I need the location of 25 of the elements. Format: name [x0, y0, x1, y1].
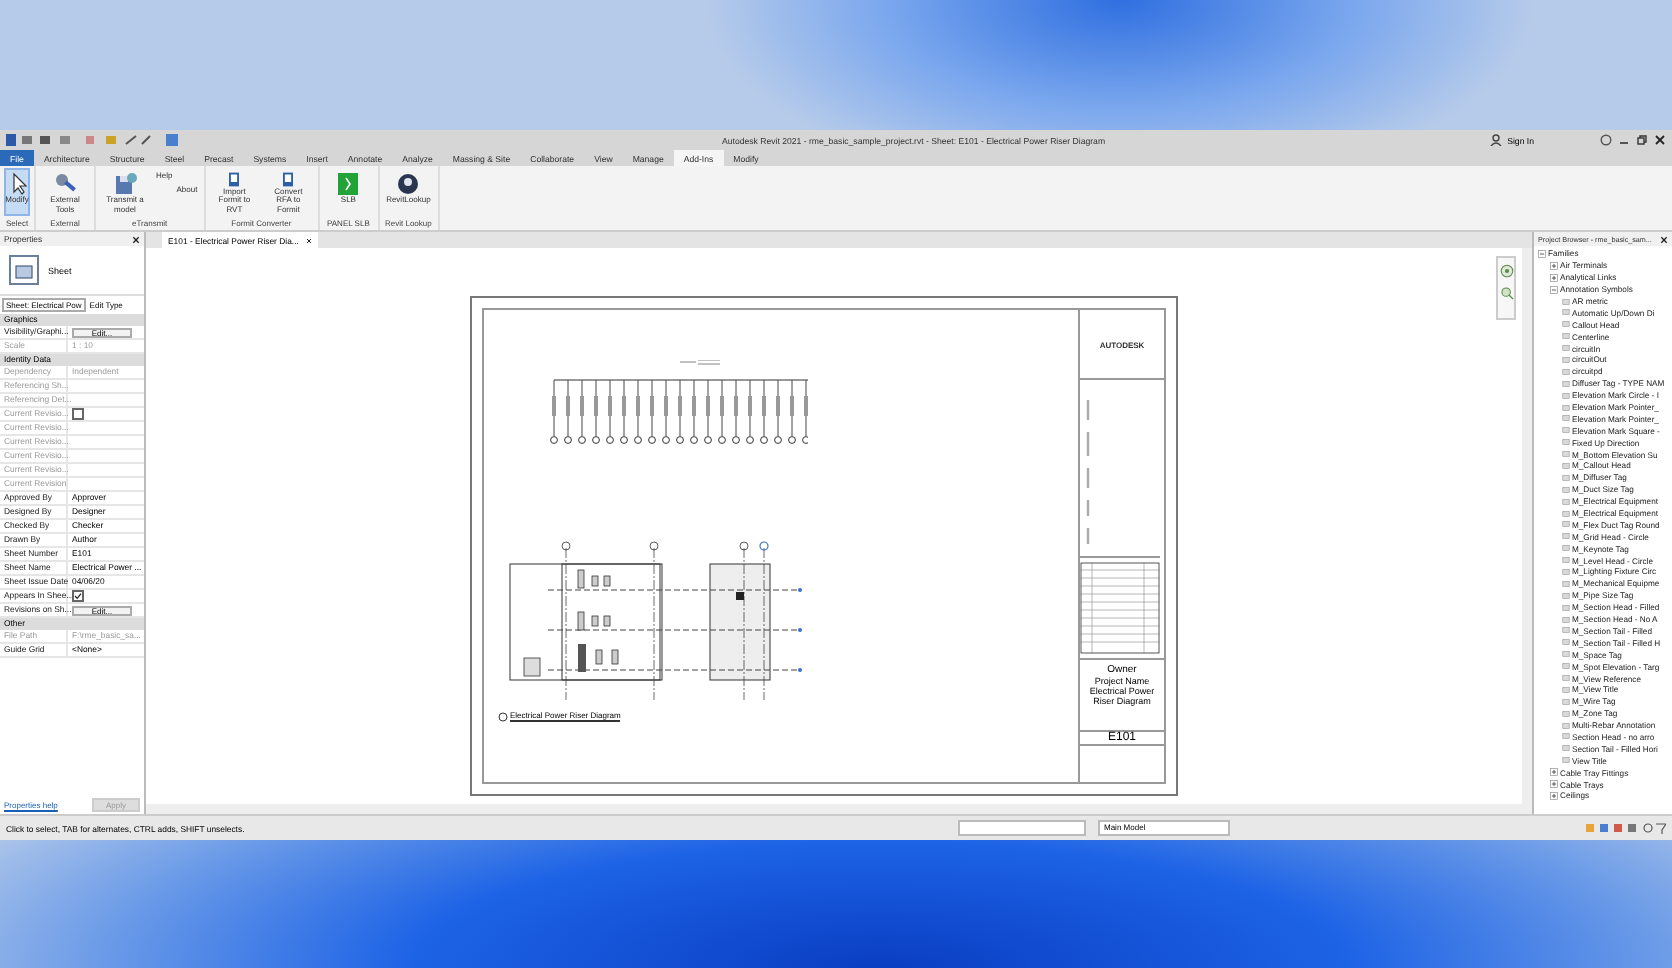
zoom-icon[interactable]	[1499, 286, 1513, 300]
steering-wheel-icon[interactable]	[1499, 264, 1513, 278]
sheet-type-icon	[8, 254, 40, 286]
revision-table-drawing	[1080, 562, 1160, 654]
restore-icon[interactable]	[1636, 134, 1648, 146]
checkbox[interactable]	[72, 590, 84, 602]
help-icon[interactable]	[1600, 134, 1612, 146]
expander-icon[interactable]	[1550, 285, 1558, 294]
expander-icon[interactable]	[1538, 249, 1546, 258]
expander-icon[interactable]	[1550, 791, 1558, 800]
tools-icon	[53, 172, 77, 196]
expander-icon[interactable]	[1550, 768, 1558, 777]
close-icon[interactable]	[1654, 134, 1666, 146]
expander-icon[interactable]	[1550, 261, 1558, 270]
user-icon[interactable]	[1489, 134, 1502, 146]
close-icon[interactable]	[306, 237, 313, 243]
selection-filter-icon[interactable]	[1586, 822, 1666, 834]
scrollbar[interactable]	[146, 804, 1532, 814]
scrollbar[interactable]	[1522, 248, 1532, 804]
chevron-tile-icon	[336, 172, 361, 196]
expander-icon[interactable]	[1550, 780, 1558, 789]
close-icon[interactable]	[132, 235, 140, 243]
close-icon[interactable]	[1660, 235, 1668, 243]
view-title-marker-icon	[498, 711, 508, 721]
expander-icon[interactable]	[1550, 273, 1558, 282]
